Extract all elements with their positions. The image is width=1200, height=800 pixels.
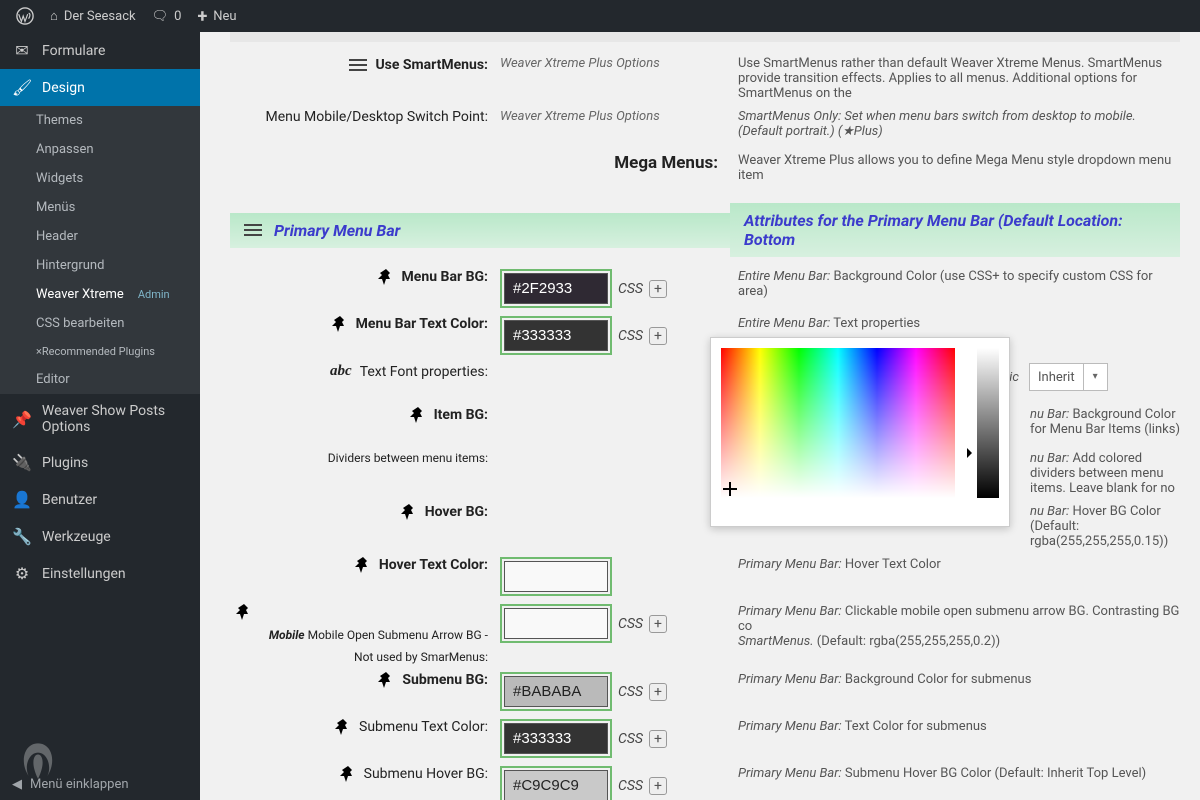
pin-icon [401,504,417,520]
value-slider[interactable] [977,348,999,498]
submenu-hover-bg-input[interactable] [504,770,608,800]
hover-text-input[interactable] [504,561,608,592]
menu-bar-bg-desc: Entire Menu Bar: Background Color (use C… [730,269,1180,299]
pin-icon [378,269,394,285]
design-submenu: Themes Anpassen Widgets Menüs Header Hin… [0,106,200,394]
pin-icon [355,557,371,573]
use-smartmenus-desc: Use SmartMenus rather than default Weave… [730,56,1180,101]
css-plus-button[interactable]: + [649,683,667,701]
hamburger-icon [244,221,262,239]
submenu-weaver-xtreme[interactable]: Weaver XtremeAdmin [0,280,200,309]
menu-bar-bg-label: Menu Bar BG: [402,269,488,285]
css-label: CSS [618,778,643,794]
plus-icon: + [197,6,207,27]
switch-point-label: Menu Mobile/Desktop Switch Point: [265,109,488,125]
menu-tools[interactable]: 🔧Werkzeuge [0,518,200,555]
dividers-label: Dividers between menu items: [328,451,488,465]
css-plus-button[interactable]: + [649,615,667,633]
abc-icon: abc [330,363,352,380]
menu-plugins[interactable]: 🔌Plugins [0,444,200,481]
switch-point-desc: SmartMenus Only: Set when menu bars swit… [730,109,1180,139]
menu-formulare[interactable]: ✉Formulare [0,32,200,69]
menu-bar-text-desc: Entire Menu Bar: Text properties [730,316,1180,331]
mobile-arrow-desc: Primary Menu Bar: Clickable mobile open … [730,604,1180,649]
color-spectrum[interactable] [721,348,955,498]
menu-design[interactable]: 🖌Design [0,69,200,106]
comment-icon: 🗨 [152,9,169,24]
submenu-header[interactable]: Header [0,222,200,251]
menu-bar-text-input[interactable] [504,320,608,351]
site-home[interactable]: ⌂ Der Seesack [42,0,144,32]
plug-icon: 🔌 [12,453,32,472]
submenu-editor[interactable]: Editor [0,365,200,394]
submenu-anpassen[interactable]: Anpassen [0,135,200,164]
wrench-icon: 🔧 [12,527,32,546]
spectrum-cursor[interactable] [723,482,737,496]
menu-show-posts[interactable]: 📌Weaver Show Posts Options [0,394,200,444]
text-font-label: Text Font properties: [360,364,488,380]
menu-bar-bg-input[interactable] [504,273,608,304]
home-icon: ⌂ [50,8,58,24]
submenu-text-label: Submenu Text Color: [359,719,488,735]
submenu-css-edit[interactable]: CSS bearbeiten [0,309,200,338]
submenu-themes[interactable]: Themes [0,106,200,135]
menu-settings[interactable]: ⚙Einstellungen [0,555,200,592]
new-content[interactable]: +Neu [189,0,244,32]
css-plus-button[interactable]: + [649,327,667,345]
mega-menus-desc: Weaver Xtreme Plus allows you to define … [730,153,1180,183]
menu-users[interactable]: 👤Benutzer [0,481,200,518]
comments-link[interactable]: 🗨0 [144,0,190,32]
use-smartmenus-label: Use SmartMenus: [375,57,488,73]
italic-select[interactable]: Inherit▾ [1029,363,1108,391]
pin-icon [332,316,348,332]
css-label: CSS [618,684,643,700]
smartmenus-plus-option: Weaver Xtreme Plus Options [500,56,660,71]
submenu-hover-bg-label: Submenu Hover BG: [364,766,488,782]
css-label: CSS [618,616,643,632]
pin-icon [378,672,394,688]
submenu-bg-desc: Primary Menu Bar: Background Color for s… [730,672,1180,687]
wp-logo[interactable] [8,0,42,32]
hover-bg-label: Hover BG: [425,504,488,520]
submenu-widgets[interactable]: Widgets [0,164,200,193]
css-plus-button[interactable]: + [649,777,667,795]
switch-point-plus-option: Weaver Xtreme Plus Options [500,109,660,124]
mega-menus-label: Mega Menus: [614,153,718,173]
submenu-bg-input[interactable] [504,676,608,707]
css-label: CSS [618,731,643,747]
pin-icon [335,719,351,735]
chevron-down-icon: ▾ [1083,364,1107,390]
submenu-text-input[interactable] [504,723,608,754]
color-picker-popup[interactable] [710,337,1010,527]
hover-text-label: Hover Text Color: [379,557,488,573]
pin-icon: 📌 [12,410,32,429]
css-plus-button[interactable]: + [649,280,667,298]
css-label: CSS [618,281,643,297]
css-label: CSS [618,328,643,344]
brush-icon: 🖌 [12,78,32,97]
submenu-hover-bg-desc: Primary Menu Bar: Submenu Hover BG Color… [730,766,1180,781]
mobile-arrow-input[interactable] [504,608,608,639]
value-slider-pointer[interactable] [967,448,977,458]
section-primary-menu-bar: Primary Menu Bar Attributes for the Prim… [230,203,1180,257]
pin-icon [236,604,252,620]
watermark-logo [10,734,66,790]
mail-icon: ✉ [12,41,32,60]
site-title: Der Seesack [64,9,136,24]
pin-icon [340,766,356,782]
submenu-bg-label: Submenu BG: [402,672,488,688]
submenu-menus[interactable]: Menüs [0,193,200,222]
pin-icon [410,407,426,423]
submenu-rec-plugins[interactable]: ×Recommended Plugins [0,338,200,365]
css-plus-button[interactable]: + [649,730,667,748]
user-icon: 👤 [12,490,32,509]
hamburger-icon [349,56,367,74]
menu-bar-text-label: Menu Bar Text Color: [356,316,488,332]
hover-text-desc: Primary Menu Bar: Hover Text Color [730,557,1180,572]
submenu-hintergrund[interactable]: Hintergrund [0,251,200,280]
submenu-text-desc: Primary Menu Bar: Text Color for submenu… [730,719,1180,734]
sliders-icon: ⚙ [12,564,32,583]
item-bg-label: Item BG: [434,407,488,423]
